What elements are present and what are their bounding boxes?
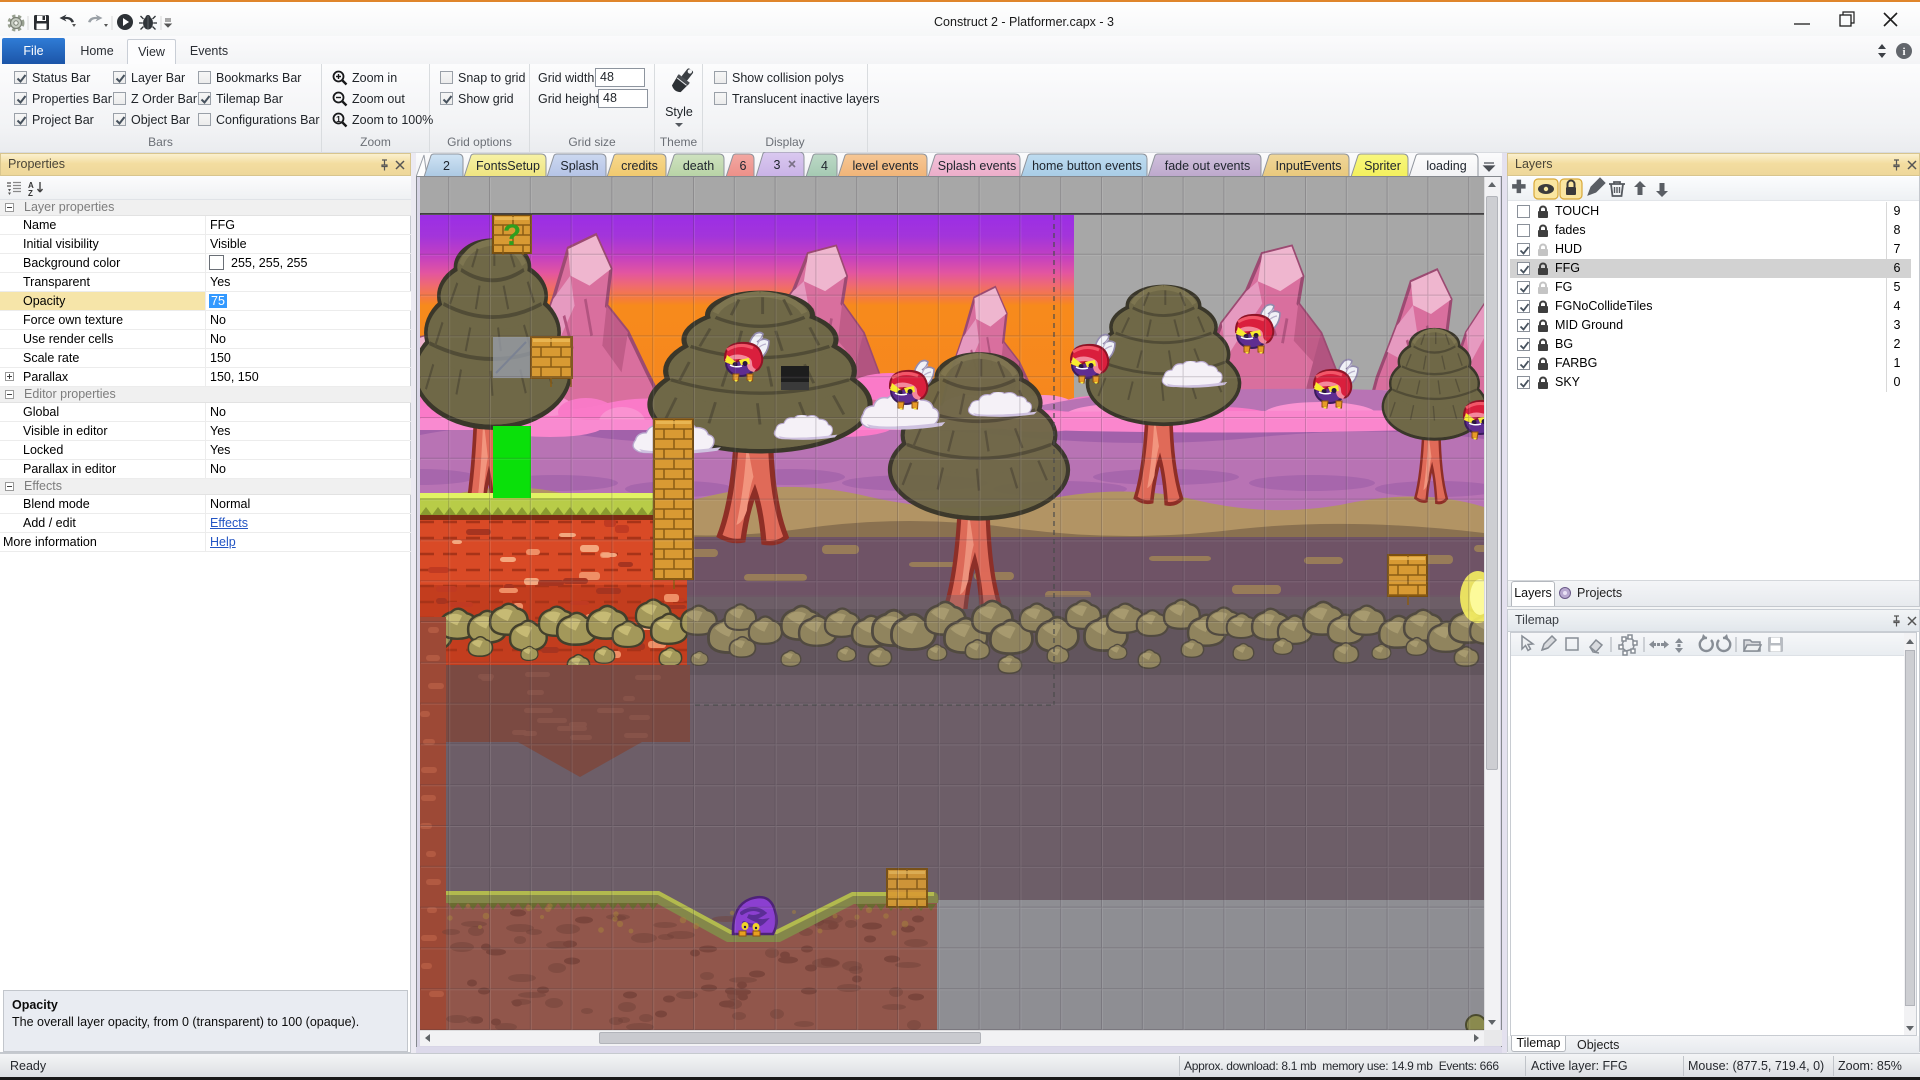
svg-text:4: 4 xyxy=(821,159,828,173)
svg-text:3: 3 xyxy=(774,158,781,172)
svg-text:credits: credits xyxy=(621,159,658,173)
svg-text:Z: Z xyxy=(28,189,33,196)
svg-text:fade out events: fade out events xyxy=(1165,159,1250,173)
svg-text:Splash events: Splash events xyxy=(938,159,1017,173)
svg-text:InputEvents: InputEvents xyxy=(1275,159,1341,173)
svg-text:death: death xyxy=(683,159,714,173)
svg-text:home button events: home button events xyxy=(1032,159,1142,173)
svg-text:6: 6 xyxy=(740,159,747,173)
svg-text:Splash: Splash xyxy=(560,159,598,173)
svg-text:i: i xyxy=(1902,46,1905,58)
svg-text:2: 2 xyxy=(443,159,450,173)
svg-text:1: 1 xyxy=(336,114,341,124)
svg-text:loading: loading xyxy=(1426,159,1466,173)
svg-text:Spriter: Spriter xyxy=(1364,159,1401,173)
svg-text:level events: level events xyxy=(852,159,918,173)
svg-text:?: ? xyxy=(503,219,521,252)
svg-text:FontsSetup: FontsSetup xyxy=(476,159,540,173)
